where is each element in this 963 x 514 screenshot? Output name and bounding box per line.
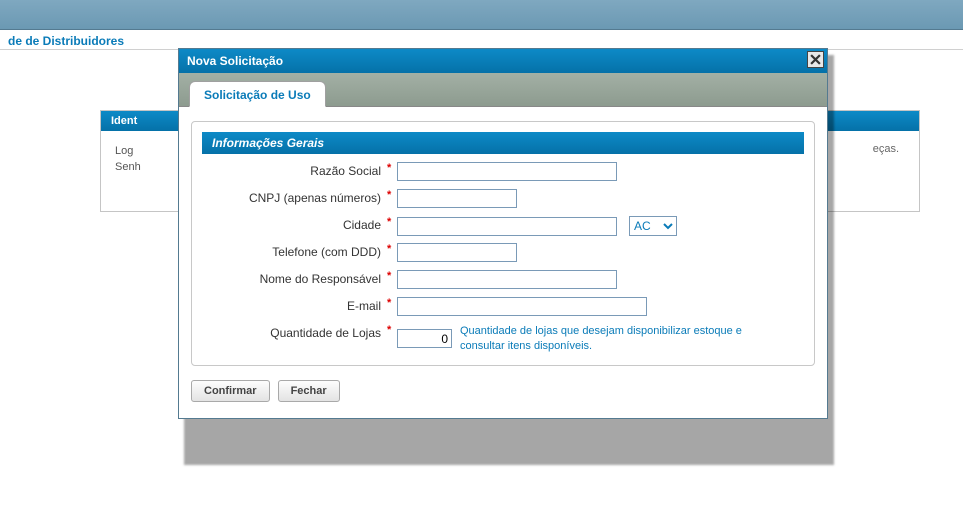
help-text-quantidade: Quantidade de lojas que desejam disponib… xyxy=(460,324,780,354)
required-marker: * xyxy=(387,187,397,201)
close-icon xyxy=(810,54,821,65)
modal-body: Informações Gerais Razão Social * CNPJ (… xyxy=(179,107,827,418)
row-quantidade-lojas: Quantidade de Lojas * Quantidade de loja… xyxy=(202,322,804,354)
row-responsavel: Nome do Responsável * xyxy=(202,268,804,294)
label-telefone: Telefone (com DDD) xyxy=(202,241,387,259)
label-razao-social: Razão Social xyxy=(202,160,387,178)
input-cidade[interactable] xyxy=(397,217,617,236)
breadcrumb-strip: de de Distribuidores xyxy=(0,30,963,50)
confirm-button[interactable]: Confirmar xyxy=(191,380,270,402)
select-uf[interactable]: AC xyxy=(629,216,677,236)
button-row: Confirmar Fechar xyxy=(191,380,815,402)
row-telefone: Telefone (com DDD) * xyxy=(202,241,804,267)
required-marker: * xyxy=(387,322,397,336)
label-responsavel: Nome do Responsável xyxy=(202,268,387,286)
form-container: Informações Gerais Razão Social * CNPJ (… xyxy=(191,121,815,366)
input-telefone[interactable] xyxy=(397,243,517,262)
required-marker: * xyxy=(387,214,397,228)
modal-close-button[interactable] xyxy=(807,51,824,68)
bg-right-text: eças. xyxy=(873,143,899,155)
close-button[interactable]: Fechar xyxy=(278,380,340,402)
input-quantidade-lojas[interactable] xyxy=(397,329,452,348)
required-marker: * xyxy=(387,241,397,255)
required-marker: * xyxy=(387,268,397,282)
modal-title-text: Nova Solicitação xyxy=(187,54,283,68)
modal-nova-solicitacao: Nova Solicitação Solicitação de Uso Info… xyxy=(178,48,828,419)
top-banner xyxy=(0,0,963,30)
required-marker: * xyxy=(387,295,397,309)
input-email[interactable] xyxy=(397,297,647,316)
tab-strip: Solicitação de Uso xyxy=(179,73,827,107)
row-email: E-mail * xyxy=(202,295,804,321)
row-razao-social: Razão Social * xyxy=(202,160,804,186)
section-header-informacoes: Informações Gerais xyxy=(202,132,804,154)
page-link-distribuidores[interactable]: de de Distribuidores xyxy=(0,30,132,52)
modal-title-bar: Nova Solicitação xyxy=(179,49,827,73)
label-email: E-mail xyxy=(202,295,387,313)
label-cnpj: CNPJ (apenas números) xyxy=(202,187,387,205)
label-quantidade-lojas: Quantidade de Lojas xyxy=(202,322,387,340)
row-cnpj: CNPJ (apenas números) * xyxy=(202,187,804,213)
input-responsavel[interactable] xyxy=(397,270,617,289)
input-razao-social[interactable] xyxy=(397,162,617,181)
input-cnpj[interactable] xyxy=(397,189,517,208)
row-cidade: Cidade * AC xyxy=(202,214,804,240)
required-marker: * xyxy=(387,160,397,174)
tab-solicitacao-uso[interactable]: Solicitação de Uso xyxy=(189,81,326,107)
label-cidade: Cidade xyxy=(202,214,387,232)
